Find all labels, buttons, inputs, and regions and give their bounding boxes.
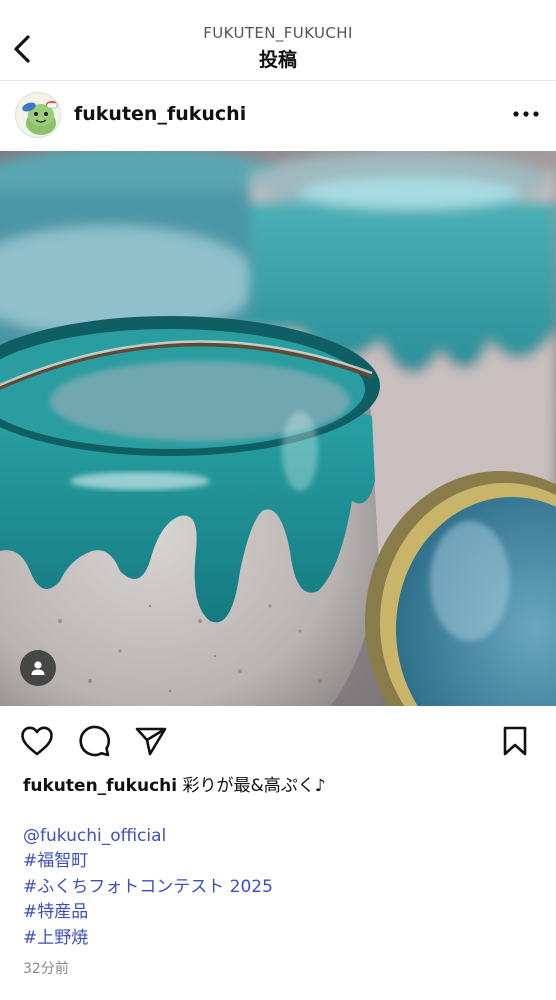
comment-button[interactable] <box>76 723 112 759</box>
hashtag-link[interactable]: #福智町 <box>23 849 538 875</box>
hashtag-link[interactable]: #ふくちフォトコンテスト 2025 <box>23 875 538 901</box>
top-bar: FUKUTEN_FUKUCHI 投稿 <box>0 0 556 81</box>
mention-link[interactable]: @fukuchi_official <box>23 824 538 850</box>
hashtag-link[interactable]: #特産品 <box>23 900 538 926</box>
post-caption: fukuten_fukuchi 彩りが最&高ぷく♪ @fukuchi_offic… <box>23 774 538 951</box>
bookmark-icon <box>503 726 527 756</box>
caption-username[interactable]: fukuten_fukuchi <box>23 776 177 796</box>
hashtag-link[interactable]: #上野焼 <box>23 926 538 952</box>
caption-text: 彩りが最&高ぷく♪ <box>182 776 326 796</box>
more-horizontal-icon <box>513 111 539 117</box>
post-image[interactable] <box>0 151 556 706</box>
share-button[interactable] <box>133 723 169 759</box>
tagged-people-button[interactable] <box>20 650 56 686</box>
heart-icon <box>21 726 53 756</box>
more-options-button[interactable] <box>512 104 540 124</box>
comment-icon <box>79 725 110 757</box>
person-icon <box>31 661 45 675</box>
account-name: FUKUTEN_FUKUCHI <box>203 24 353 42</box>
page-title: 投稿 <box>258 49 297 71</box>
post-header: fukuten_fukuchi <box>0 82 556 150</box>
avatar[interactable] <box>15 92 61 138</box>
post-username[interactable]: fukuten_fukuchi <box>74 103 246 125</box>
caption-line: fukuten_fukuchi 彩りが最&高ぷく♪ <box>23 774 538 800</box>
like-button[interactable] <box>19 723 55 759</box>
mascot-avatar-image <box>16 93 60 137</box>
send-icon <box>135 727 167 756</box>
post-timestamp: 32分前 <box>23 961 69 977</box>
pottery-cups-photo <box>0 151 556 706</box>
action-bar <box>0 706 556 774</box>
save-button[interactable] <box>497 723 533 759</box>
